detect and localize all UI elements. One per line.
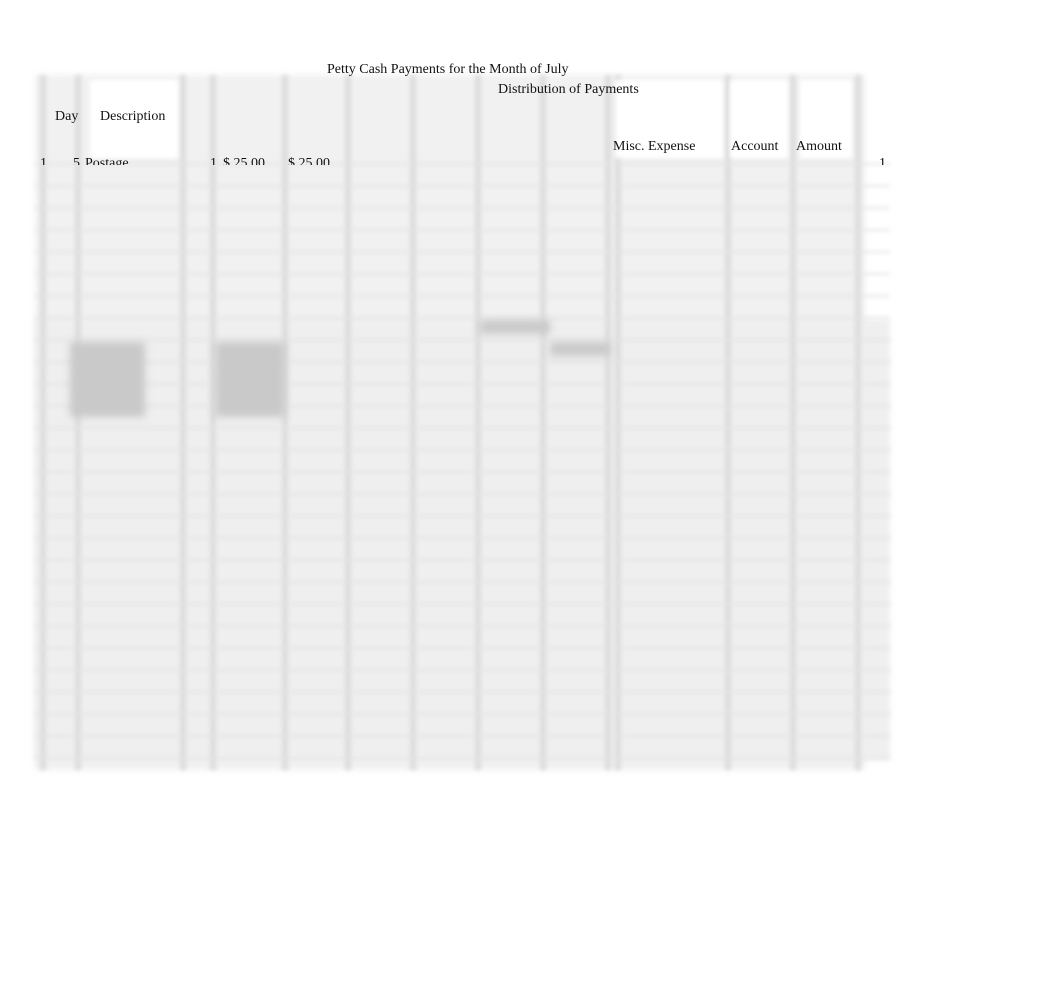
col-misc-expense: Misc. Expense [613,139,696,154]
grid-line [75,75,81,770]
grid-line [180,75,186,770]
grid-line [345,75,351,770]
grid-line [855,75,861,770]
grid-line [35,647,890,649]
grid-line [410,75,416,770]
grid-line [35,559,890,561]
grid-line [35,691,890,693]
grid-line [35,207,890,209]
grid-line [35,537,890,539]
grid-line [35,581,890,583]
grid-line [210,75,216,770]
grid-line [35,603,890,605]
grid-line [35,515,890,517]
table-grid [35,75,890,770]
grid-line [35,735,890,737]
grid-line [35,251,890,253]
grid-line [35,713,890,715]
row-payment: $ 25.00 [223,156,265,165]
col-amount: Amount [796,139,842,154]
grid-line [725,75,731,770]
grid-line [35,449,890,451]
grid-line [35,427,890,429]
grid-line [35,383,890,385]
row-postage: $ 25.00 [288,156,330,165]
distribution-header: Distribution of Payments [498,82,639,97]
row-description: Postage [85,156,129,165]
row-number-right: 1 [879,156,886,165]
row-day: 5 [73,156,80,165]
grid-line [35,185,890,187]
grid-line [282,75,288,770]
grid-line [35,471,890,473]
grid-line [35,273,890,275]
first-row: 1 5 Postage 1 $ 25.00 $ 25.00 1 [30,156,900,165]
grid-line [35,317,890,319]
grid-line [540,75,546,770]
col-day: Day [55,109,79,124]
col-account: Account [731,139,779,154]
grid-line [605,75,611,770]
grid-line [615,75,621,770]
row-voucher: 1 [210,156,217,165]
grid-line [790,75,796,770]
grid-line [35,361,890,363]
grid-line [35,493,890,495]
grid-line [35,339,890,341]
col-description: Description [100,109,166,124]
grid-line [35,669,890,671]
page-title: Petty Cash Payments for the Month of Jul… [327,62,569,77]
grid-line [35,757,890,759]
grid-line [35,405,890,407]
grid-line [35,229,890,231]
grid-line [35,295,890,297]
grid-line [475,75,481,770]
grid-line [35,625,890,627]
grid-line [40,75,46,770]
row-number: 1 [40,156,47,165]
